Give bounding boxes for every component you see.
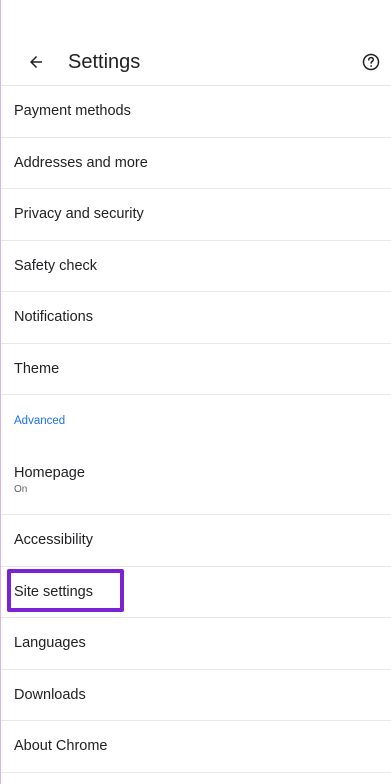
list-item-label: Homepage [14,464,85,481]
list-item-label: Notifications [14,309,93,326]
back-button[interactable] [18,44,54,80]
list-item-label: Site settings [14,583,93,600]
list-item-label: Downloads [14,686,86,703]
list-item-label: Privacy and security [14,206,144,223]
list-item-homepage[interactable]: Homepage On [1,445,391,515]
list-item-accessibility[interactable]: Accessibility [1,515,391,567]
list-item-safety-check[interactable]: Safety check [1,241,391,292]
list-item-theme[interactable]: Theme [1,344,391,395]
list-item-notifications[interactable]: Notifications [1,292,391,344]
help-button[interactable] [357,48,385,76]
list-item-label: Safety check [14,257,98,274]
list-item-label: Languages [14,635,86,652]
app-bar: Settings [1,40,391,84]
list-item-downloads[interactable]: Downloads [1,670,391,721]
settings-list: Payment methods Addresses and more Priva… [1,86,391,773]
list-item-label: About Chrome [14,738,108,755]
list-item-label: Addresses and more [14,154,148,171]
list-item-label: Accessibility [14,532,93,549]
list-item-label: Theme [14,360,60,377]
list-item-payment-methods[interactable]: Payment methods [1,86,391,138]
list-item-site-settings[interactable]: Site settings [1,567,391,618]
arrow-left-icon [30,56,42,68]
list-item-sublabel: On [14,483,28,495]
section-label: Advanced [14,415,66,427]
list-item-about-chrome[interactable]: About Chrome [1,721,391,773]
list-item-addresses[interactable]: Addresses and more [1,138,391,189]
list-item-languages[interactable]: Languages [1,618,391,670]
list-item-label: Payment methods [14,103,131,120]
page-title: Settings [68,50,141,73]
help-circle-icon [362,53,380,71]
settings-screen: Settings Payment methods Addresses and m… [0,0,391,784]
section-header-advanced: Advanced [1,395,391,445]
list-item-privacy[interactable]: Privacy and security [1,189,391,241]
